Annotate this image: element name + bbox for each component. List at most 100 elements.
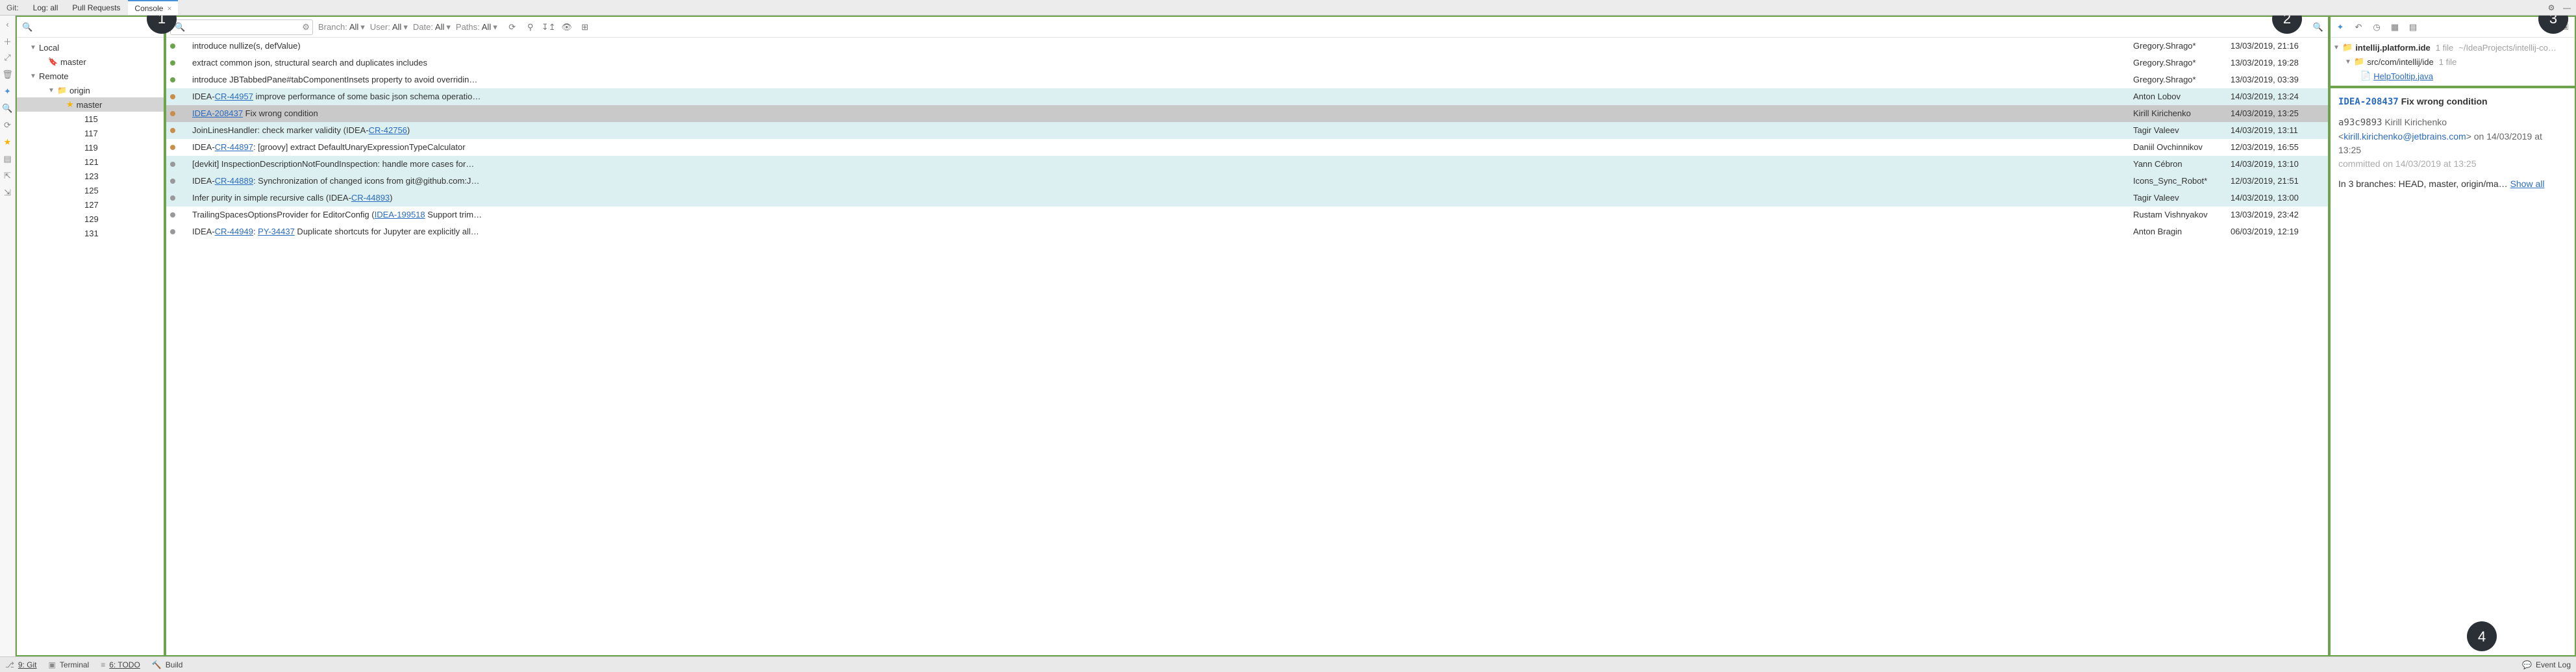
- branch-origin-master[interactable]: ★master: [17, 97, 164, 112]
- collapse2-icon[interactable]: ⇲: [2, 187, 14, 199]
- minimize-icon[interactable]: —: [2562, 3, 2572, 13]
- tree-local[interactable]: ▼Local: [17, 40, 164, 55]
- undo-icon[interactable]: ↶: [2353, 21, 2364, 33]
- compare-icon[interactable]: ✦: [2334, 21, 2346, 33]
- chevron-left-icon[interactable]: ‹: [2, 18, 14, 30]
- git-label: Git:: [0, 3, 25, 12]
- commit-row[interactable]: extract common json, structural search a…: [166, 55, 2328, 71]
- log-search-box[interactable]: 🔍 ⚙: [170, 19, 313, 35]
- branch-131[interactable]: 131: [17, 226, 164, 240]
- commit-row[interactable]: IDEA-CR-44949: PY-34437 Duplicate shortc…: [166, 223, 2328, 240]
- issue-link[interactable]: CR-44897: [215, 142, 253, 152]
- filter-user[interactable]: User: All ▾: [370, 22, 408, 32]
- file-tree-file[interactable]: 📄 HelpTooltip.java: [2331, 69, 2575, 83]
- issue-link[interactable]: CR-44949: [215, 227, 253, 236]
- expand-icon[interactable]: ⇱: [2, 170, 14, 182]
- find-icon[interactable]: 🔍: [2312, 21, 2324, 33]
- filter-branch[interactable]: Branch: All ▾: [318, 22, 365, 32]
- branch-119[interactable]: 119: [17, 140, 164, 155]
- new-tab-icon[interactable]: ⊞: [579, 21, 591, 33]
- star-icon[interactable]: ★: [2, 136, 14, 148]
- top-tab-bar: Git: Log: all Pull Requests Console× ⚙ —: [0, 0, 2576, 16]
- history-icon[interactable]: ◷: [2371, 21, 2382, 33]
- show-all-link[interactable]: Show all: [2510, 179, 2545, 189]
- statusbar-terminal[interactable]: ▣Terminal: [49, 660, 90, 669]
- log-search-input[interactable]: [188, 22, 302, 32]
- commit-row[interactable]: IDEA-CR-44897: [groovy] extract DefaultU…: [166, 139, 2328, 156]
- commit-message: JoinLinesHandler: check marker validity …: [192, 125, 2133, 135]
- commit-date: 13/03/2019, 21:16: [2231, 41, 2328, 51]
- collapse-all-icon[interactable]: ⇲: [2559, 21, 2571, 33]
- file-tree-dir[interactable]: ▼📁 src/com/intellij/ide 1 file: [2331, 55, 2575, 69]
- commit-row[interactable]: TrailingSpacesOptionsProvider for Editor…: [166, 206, 2328, 223]
- commit-row[interactable]: IDEA-CR-44889: Synchronization of change…: [166, 173, 2328, 190]
- issue-link[interactable]: CR-42756: [369, 125, 407, 135]
- expand-all-icon[interactable]: ⇱: [2541, 21, 2553, 33]
- file-tree-root[interactable]: ▼📁 intellij.platform.ide 1 file ~/IdeaPr…: [2331, 40, 2575, 55]
- issue-link[interactable]: PY-34437: [258, 227, 295, 236]
- issue-link[interactable]: CR-44889: [215, 176, 253, 186]
- tree-remote[interactable]: ▼Remote: [17, 69, 164, 83]
- commit-committed-line: committed on 14/03/2019 at 13:25: [2338, 157, 2567, 171]
- commit-author: Yann Cébron: [2133, 159, 2231, 169]
- commit-author: Icons_Sync_Robot*: [2133, 176, 2231, 186]
- plus-icon[interactable]: ＋: [2, 35, 14, 47]
- tab-console[interactable]: Console×: [128, 0, 178, 15]
- branch-123[interactable]: 123: [17, 169, 164, 183]
- commit-date: 14/03/2019, 13:11: [2231, 125, 2328, 135]
- issue-link[interactable]: IDEA-199518: [375, 210, 425, 219]
- statusbar-todo[interactable]: ≡6: TODO: [101, 660, 140, 669]
- layout-icon[interactable]: ▤: [2, 153, 14, 165]
- trash-icon[interactable]: 🗑: [2, 69, 14, 81]
- search-icon[interactable]: 🔍: [2, 103, 14, 114]
- branch-search-input[interactable]: [36, 22, 158, 32]
- close-icon[interactable]: ×: [167, 4, 171, 13]
- branch-local-master[interactable]: 🔖master: [17, 55, 164, 69]
- filter-settings-icon[interactable]: ⚙: [302, 22, 310, 32]
- commit-author: Daniil Ovchinnikov: [2133, 142, 2231, 152]
- eye-icon[interactable]: 👁: [561, 21, 573, 33]
- commit-row[interactable]: JoinLinesHandler: check marker validity …: [166, 122, 2328, 139]
- statusbar-build[interactable]: 🔨Build: [152, 660, 183, 669]
- commit-row[interactable]: introduce JBTabbedPane#tabComponentInset…: [166, 71, 2328, 88]
- gear-icon[interactable]: ⚙: [2546, 3, 2557, 13]
- sort-icon[interactable]: ↧↥: [543, 21, 555, 33]
- filter-date[interactable]: Date: All ▾: [413, 22, 451, 32]
- branch-117[interactable]: 117: [17, 126, 164, 140]
- cherry-pick-icon[interactable]: ⚲: [525, 21, 536, 33]
- commit-author: Rustam Vishnyakov: [2133, 210, 2231, 219]
- commit-row[interactable]: Infer purity in simple recursive calls (…: [166, 190, 2328, 206]
- tab-pull-requests[interactable]: Pull Requests: [66, 0, 127, 15]
- statusbar-event-log[interactable]: 💬Event Log: [2522, 660, 2571, 669]
- commit-row[interactable]: IDEA-208437 Fix wrong conditionKirill Ki…: [166, 105, 2328, 122]
- branch-115[interactable]: 115: [17, 112, 164, 126]
- group-icon[interactable]: ▦: [2389, 21, 2401, 33]
- commit-row[interactable]: IDEA-CR-44957 improve performance of som…: [166, 88, 2328, 105]
- commit-row[interactable]: introduce nullize(s, defValue)Gregory.Sh…: [166, 38, 2328, 55]
- branch-127[interactable]: 127: [17, 197, 164, 212]
- branch-125[interactable]: 125: [17, 183, 164, 197]
- tree-origin[interactable]: ▼📁origin: [17, 83, 164, 97]
- issue-link[interactable]: CR-44893: [351, 193, 390, 203]
- commit-message: IDEA-CR-44889: Synchronization of change…: [192, 176, 2133, 186]
- commit-graph-dot: [170, 77, 175, 82]
- flatten-icon[interactable]: ▤: [2407, 21, 2419, 33]
- issue-link[interactable]: IDEA-208437: [192, 108, 243, 118]
- log-panel: 2 🔍 ⚙ Branch: All ▾ User: All ▾ Date: Al…: [165, 16, 2329, 656]
- commit-row[interactable]: [devkit] InspectionDescriptionNotFoundIn…: [166, 156, 2328, 173]
- commit-graph-dot: [170, 162, 175, 167]
- commit-date: 14/03/2019, 13:00: [2231, 193, 2328, 203]
- filter-paths[interactable]: Paths: All ▾: [456, 22, 497, 32]
- issue-link[interactable]: CR-44957: [215, 92, 253, 101]
- tab-log-all[interactable]: Log: all: [27, 0, 65, 15]
- statusbar-git[interactable]: ⎇9: Git: [5, 660, 37, 669]
- refresh-icon[interactable]: ⟳: [506, 21, 518, 33]
- branch-129[interactable]: 129: [17, 212, 164, 226]
- commit-date: 14/03/2019, 13:10: [2231, 159, 2328, 169]
- collapse-icon[interactable]: ⤢: [2, 52, 14, 64]
- refresh-icon[interactable]: ⟳: [2, 119, 14, 131]
- diff-icon[interactable]: ✦: [2, 86, 14, 97]
- commit-message: IDEA-CR-44897: [groovy] extract DefaultU…: [192, 142, 2133, 152]
- commit-graph-dot: [170, 44, 175, 49]
- branch-121[interactable]: 121: [17, 155, 164, 169]
